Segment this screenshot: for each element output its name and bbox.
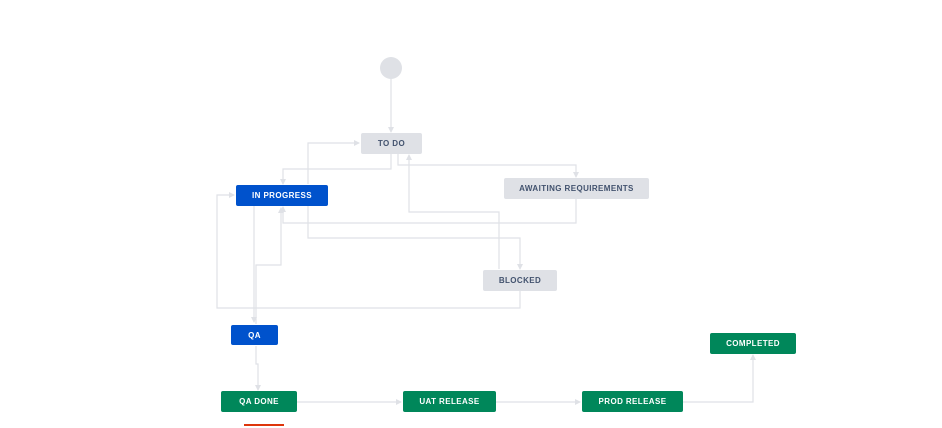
status-qa[interactable]: QA (231, 325, 278, 345)
transition-qa-to-inprogress[interactable] (255, 207, 284, 324)
transition-prod-to-completed[interactable] (683, 354, 756, 403)
status-uat-release[interactable]: UAT RELEASE (403, 391, 496, 412)
transition-qa-to-qadone[interactable] (255, 346, 261, 391)
status-in-progress[interactable]: IN PROGRESS (236, 185, 328, 206)
status-awaiting-requirements[interactable]: AWAITING REQUIREMENTS (504, 178, 649, 199)
workflow-connectors (216, 79, 756, 405)
status-qa-done[interactable]: QA DONE (221, 391, 297, 412)
start-node (380, 57, 402, 79)
transition-inprogress-to-todo[interactable] (307, 140, 360, 184)
transition-inprogress-to-blocked[interactable] (307, 206, 523, 270)
status-blocked[interactable]: BLOCKED (483, 270, 557, 291)
transition-todo-to-inprogress[interactable] (280, 154, 392, 185)
status-todo[interactable]: TO DO (361, 133, 422, 154)
selection-underline (244, 424, 284, 426)
transition-blocked-to-todo[interactable] (406, 154, 500, 269)
status-prod-release[interactable]: PROD RELEASE (582, 391, 683, 412)
transition-todo-to-awaiting[interactable] (397, 154, 579, 178)
status-completed[interactable]: COMPLETED (710, 333, 796, 354)
